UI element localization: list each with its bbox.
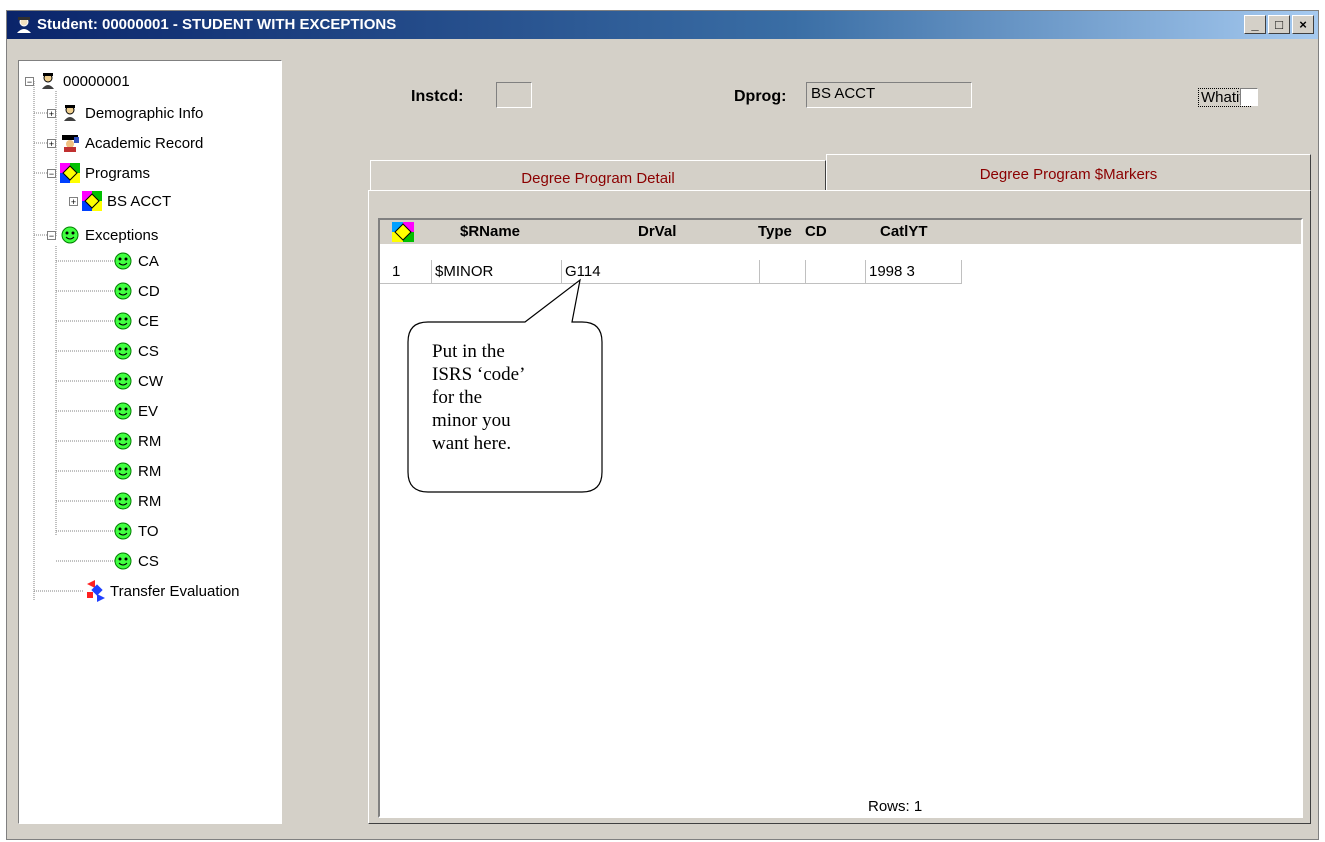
tree-node-demographic[interactable]: + Demographic Info	[47, 101, 203, 125]
tree-node-exceptions[interactable]: − Exceptions	[47, 223, 158, 247]
tab-degree-program-markers[interactable]: Degree Program $Markers	[826, 154, 1311, 194]
tree-node-exception[interactable]: CS	[113, 339, 159, 363]
tree-label: TO	[138, 522, 159, 540]
dprog-field[interactable]: BS ACCT	[806, 82, 972, 108]
tree-node-exception[interactable]: RM	[113, 459, 161, 483]
tree-label: CA	[138, 252, 159, 270]
column-header-drval[interactable]: DrVal	[638, 220, 676, 244]
tree-label: EV	[138, 402, 159, 420]
tree-node-exception[interactable]: CS	[113, 549, 159, 573]
program-icon	[82, 191, 102, 211]
callout-line: for the	[432, 387, 483, 408]
expand-icon[interactable]: +	[47, 108, 56, 118]
student-icon	[60, 103, 80, 123]
tree-label: Programs	[85, 164, 151, 182]
dprog-label: Dprog:	[734, 88, 787, 105]
tree-label: BS ACCT	[107, 192, 172, 210]
tree-label: Exceptions	[85, 226, 159, 244]
tree-node-root[interactable]: − 00000001	[25, 69, 130, 93]
smiley-icon	[60, 225, 80, 245]
title-bar[interactable]: Student: 00000001 - STUDENT WITH EXCEPTI…	[7, 11, 1318, 39]
cell-type[interactable]	[760, 260, 806, 284]
smiley-icon	[113, 251, 133, 271]
tree-label: RM	[138, 462, 162, 480]
grid-header: $RName DrVal Type CD CatlYT	[380, 220, 1301, 244]
smiley-icon	[113, 281, 133, 301]
minimize-button[interactable]: _	[1244, 15, 1266, 34]
instcd-field[interactable]	[496, 82, 532, 108]
tree-node-exception[interactable]: CE	[113, 309, 159, 333]
smiley-icon	[113, 521, 133, 541]
expand-icon[interactable]: +	[69, 196, 78, 206]
close-button[interactable]: ×	[1292, 15, 1314, 34]
cell-cd[interactable]	[806, 260, 866, 284]
window-title: Student: 00000001 - STUDENT WITH EXCEPTI…	[37, 16, 397, 33]
tree-label: RM	[138, 492, 162, 510]
tree-label: Demographic Info	[85, 104, 204, 122]
student-icon	[38, 71, 58, 91]
tree-node-exception[interactable]: CA	[113, 249, 159, 273]
callout-line: minor you	[432, 410, 511, 431]
callout-line: want here.	[432, 433, 512, 454]
column-header-rname[interactable]: $RName	[460, 220, 520, 244]
column-header-catlyt[interactable]: CatlYT	[880, 220, 928, 244]
tree-label: CW	[138, 372, 163, 390]
rows-count: Rows: 1	[868, 798, 923, 815]
tree-label: 00000001	[63, 72, 130, 90]
column-header-type[interactable]: Type	[758, 220, 792, 244]
smiley-icon	[113, 461, 133, 481]
program-icon	[60, 163, 80, 183]
navigation-tree[interactable]: − 00000001 + Demographic Info + Academic…	[18, 60, 282, 824]
tree-node-exception[interactable]: EV	[113, 399, 158, 423]
transfer-icon	[85, 580, 105, 602]
tree-label: CS	[138, 342, 159, 360]
callout-text: Put in the ISRS ‘code’ for the minor you…	[432, 340, 582, 455]
tree-node-transfer[interactable]: Transfer Evaluation	[85, 579, 240, 603]
tree-label: RM	[138, 432, 162, 450]
smiley-icon	[113, 341, 133, 361]
smiley-icon	[113, 401, 133, 421]
tree-node-exception[interactable]: RM	[113, 489, 161, 513]
tree-node-exception[interactable]: RM	[113, 429, 161, 453]
tree-node-programs[interactable]: − Programs	[47, 161, 150, 185]
maximize-button[interactable]: □	[1268, 15, 1290, 34]
tree-label: CS	[138, 552, 159, 570]
collapse-icon[interactable]: −	[47, 168, 56, 178]
tree-node-exception[interactable]: TO	[113, 519, 159, 543]
instcd-label: Instcd:	[411, 88, 464, 105]
smiley-icon	[113, 371, 133, 391]
whatif-checkbox[interactable]	[1240, 88, 1258, 106]
column-header-cd[interactable]: CD	[805, 220, 827, 244]
tree-node-exception[interactable]: CD	[113, 279, 160, 303]
student-icon	[17, 17, 31, 33]
expand-icon[interactable]: +	[47, 138, 56, 148]
smiley-icon	[113, 491, 133, 511]
smiley-icon	[113, 311, 133, 331]
tree-label: Academic Record	[85, 134, 204, 152]
graduate-icon	[60, 133, 80, 153]
tree-label: Transfer Evaluation	[110, 582, 240, 600]
tree-node-exception[interactable]: CW	[113, 369, 163, 393]
grid-corner-icon	[392, 222, 414, 242]
callout-line: ISRS ‘code’	[432, 364, 526, 385]
tree-node-program-bs-acct[interactable]: + BS ACCT	[69, 189, 171, 213]
cell-catlyt[interactable]: 1998 3	[866, 260, 962, 284]
callout-line: Put in the	[432, 341, 505, 362]
collapse-icon[interactable]: −	[25, 76, 34, 86]
tree-label: CE	[138, 312, 159, 330]
smiley-icon	[113, 551, 133, 571]
collapse-icon[interactable]: −	[47, 230, 56, 240]
tree-label: CD	[138, 282, 160, 300]
tree-node-academic[interactable]: + Academic Record	[47, 131, 203, 155]
smiley-icon	[113, 431, 133, 451]
